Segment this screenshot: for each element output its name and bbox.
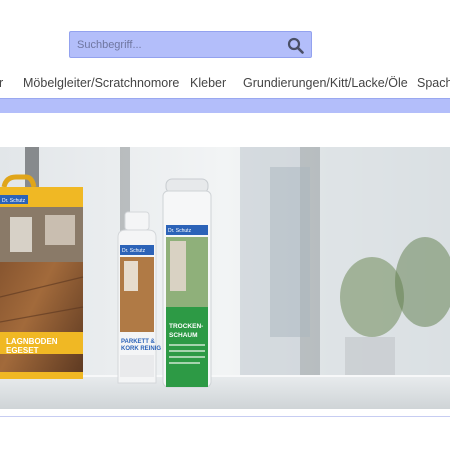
box-brand: Dr. Schutz	[2, 198, 26, 204]
box-label-line1: LAGNBODEN	[6, 337, 58, 346]
product-box: LAGNBODEN EGESET Dr. Schutz	[0, 174, 84, 379]
nav-item-grundierungen[interactable]: Grundierungen/Kitt/Lacke/Öle	[243, 76, 408, 90]
category-nav: r Möbelgleiter/Scratchnomore Kleber Grun…	[0, 76, 450, 96]
can-label-line1: TROCKEN-	[169, 323, 203, 330]
box-label-line2: EGESET	[6, 346, 39, 355]
bottle-brand: Dr. Schutz	[122, 248, 146, 254]
bottle-label-line1: PARKETT &	[121, 339, 156, 345]
product-can: Dr. Schutz TROCKEN- SCHAUM	[162, 178, 212, 388]
can-label-line2: SCHAUM	[169, 332, 198, 339]
search-icon[interactable]	[287, 37, 304, 54]
nav-accent-bar	[0, 98, 450, 113]
hero-banner-image: LAGNBODEN EGESET Dr. Schutz Dr. Schutz P…	[0, 147, 450, 409]
nav-item-spachtel[interactable]: Spacht	[417, 76, 450, 90]
nav-item-moebelgleiter[interactable]: Möbelgleiter/Scratchnomore	[23, 76, 179, 90]
product-bottle: Dr. Schutz PARKETT & KORK REINIG	[117, 211, 161, 384]
bottle-label-line2: KORK REINIG	[121, 346, 161, 352]
hero-banner[interactable]: LAGNBODEN EGESET Dr. Schutz Dr. Schutz P…	[0, 147, 450, 409]
nav-item-partial-left[interactable]: r	[0, 76, 3, 90]
search-box	[69, 31, 312, 58]
nav-item-kleber[interactable]: Kleber	[190, 76, 226, 90]
search-input[interactable]	[70, 32, 287, 57]
section-divider	[0, 416, 450, 417]
can-brand: Dr. Schutz	[168, 228, 192, 234]
